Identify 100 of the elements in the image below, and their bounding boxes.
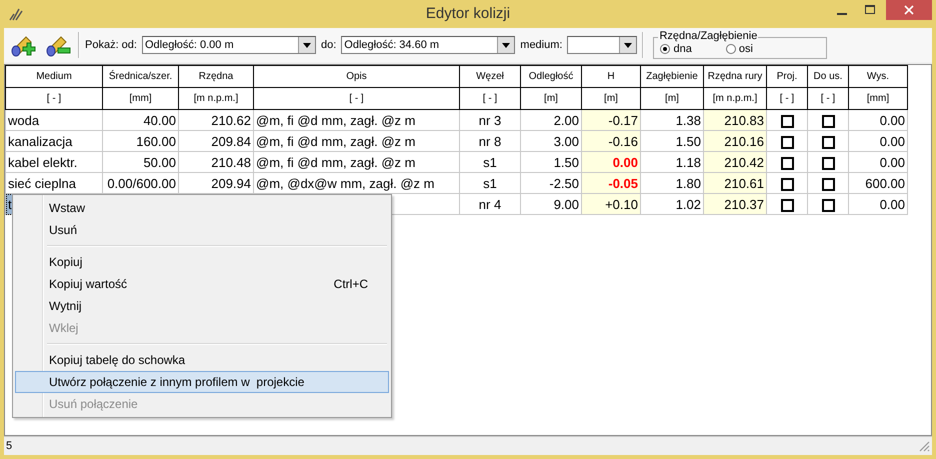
table-cell: 0.00	[880, 134, 905, 148]
table-cell: 0.00	[880, 112, 905, 128]
menu-item[interactable]: Kopiuj tabelę do schowka	[15, 349, 389, 371]
column-header[interactable]: Wys.	[848, 66, 908, 88]
status-text: 5	[6, 440, 12, 452]
table-cell: 3.00	[554, 134, 579, 148]
table-cell: -0.16	[608, 134, 638, 148]
close-button[interactable]	[886, 0, 932, 20]
table-cell: 1.80	[676, 176, 701, 190]
checkbox[interactable]	[822, 198, 834, 212]
radio-option[interactable]: osi	[726, 43, 753, 55]
table-cell: +0.10	[605, 196, 638, 212]
table-cell: 209.94	[211, 176, 251, 190]
menu-item[interactable]: Usuń	[15, 219, 389, 241]
table-cell: 9.00	[554, 196, 579, 212]
table-cell: @m, @dx@w mm, zagł. @z m	[256, 176, 434, 190]
unit-header: [mm]	[102, 88, 178, 110]
table-cell: 210.83	[724, 112, 764, 128]
menu-item[interactable]: Kopiuj	[15, 251, 389, 273]
menu-item[interactable]: Kopiuj wartość Ctrl+C	[15, 273, 389, 295]
table-cell: -2.50	[549, 176, 579, 190]
to-label: do:	[320, 39, 336, 51]
table-cell: nr 3	[478, 112, 502, 128]
caret-icon	[502, 42, 510, 48]
checkbox[interactable]	[822, 178, 834, 191]
unit-header: [m]	[520, 88, 582, 110]
table-cell: t	[8, 196, 12, 212]
checkbox[interactable]	[780, 178, 794, 191]
unit-header: [ - ]	[6, 88, 102, 110]
table-cell: 210.48	[211, 154, 251, 170]
column-header[interactable]: Zagłębienie	[640, 66, 704, 88]
table-cell: 0.00	[612, 154, 638, 170]
close-icon	[904, 5, 914, 15]
table-cell: 209.84	[211, 134, 251, 148]
column-header[interactable]: Do us.	[808, 66, 848, 88]
checkbox[interactable]	[822, 156, 834, 170]
unit-header: [m]	[582, 88, 640, 110]
column-header[interactable]: H	[582, 66, 640, 88]
table-cell: 0.00	[880, 196, 905, 212]
table-cell: 1.02	[676, 196, 701, 212]
table-cell: 2.00	[554, 112, 579, 128]
table-cell: s1	[483, 176, 497, 190]
group-title: Rzędna/Zagłębienie	[658, 30, 758, 42]
table-cell: 210.16	[724, 134, 764, 148]
column-header[interactable]: Średnica/szer.	[102, 66, 178, 88]
from-dropdown[interactable]: Odległość: 0.00 m	[142, 36, 316, 54]
table-cell: 50.00	[143, 154, 176, 170]
unit-header: [ - ]	[254, 88, 460, 110]
from-label: Pokaż: od:	[85, 39, 137, 51]
unit-header: [m n.p.m.]	[178, 88, 254, 110]
table-cell: 210.62	[211, 112, 251, 128]
table-cell: @m, fi @d mm, zagł. @z m	[256, 154, 416, 170]
table-cell: 600.00	[865, 176, 905, 190]
table-cell: 1.18	[676, 154, 701, 170]
resize-grip-icon[interactable]	[918, 440, 930, 452]
column-header[interactable]: Węzeł	[460, 66, 520, 88]
checkbox[interactable]	[780, 198, 794, 212]
table-cell: 1.38	[676, 112, 701, 128]
table-cell: 40.00	[143, 112, 176, 128]
unit-header: [ - ]	[808, 88, 848, 110]
table-cell: 0.00	[880, 154, 905, 170]
table-cell: 1.50	[554, 154, 579, 170]
column-header[interactable]: Proj.	[766, 66, 808, 88]
radio-option[interactable]: dna	[660, 43, 692, 55]
menu-item[interactable]: Wstaw	[15, 197, 389, 219]
to-dropdown[interactable]: Odległość: 34.60 m	[341, 36, 516, 54]
column-header[interactable]: Medium	[6, 66, 102, 88]
unit-header: [mm]	[848, 88, 908, 110]
medium-dropdown[interactable]	[567, 36, 638, 54]
checkbox[interactable]	[780, 114, 794, 128]
unit-header: [ - ]	[460, 88, 520, 110]
unit-header: [ - ]	[766, 88, 808, 110]
table-cell: -0.17	[608, 112, 638, 128]
table-cell: 210.61	[724, 176, 764, 190]
table-cell: nr 4	[478, 196, 502, 212]
table-cell: s1	[483, 154, 497, 170]
table-cell: 0.00/600.00	[107, 176, 176, 190]
checkbox[interactable]	[780, 136, 794, 149]
checkbox[interactable]	[780, 156, 794, 170]
table-cell: woda	[8, 112, 40, 128]
minimize-icon	[837, 13, 847, 15]
column-header[interactable]: Rzędna	[178, 66, 254, 88]
table-cell: 210.37	[724, 196, 764, 212]
table-cell: 210.42	[724, 154, 764, 170]
caret-icon	[624, 42, 632, 48]
caret-icon	[302, 42, 311, 48]
column-header[interactable]: Odległość	[520, 66, 582, 88]
maximize-icon	[865, 5, 875, 15]
pen-icon	[8, 6, 24, 22]
column-header[interactable]: Opis	[254, 66, 460, 88]
medium-label: medium:	[520, 39, 562, 51]
table-cell: kabel elektr.	[8, 154, 78, 170]
table-cell: -0.05	[608, 176, 638, 190]
menu-item[interactable]: Wytnij	[15, 295, 389, 317]
column-header[interactable]: Rzędna rury	[704, 66, 766, 88]
checkbox[interactable]	[822, 114, 834, 128]
menu-item[interactable]: Utwórz połączenie z innym profilem w projekcie	[15, 371, 389, 393]
unit-header: [m]	[640, 88, 704, 110]
checkbox[interactable]	[822, 136, 834, 149]
table-cell: kanalizacja	[8, 134, 72, 148]
